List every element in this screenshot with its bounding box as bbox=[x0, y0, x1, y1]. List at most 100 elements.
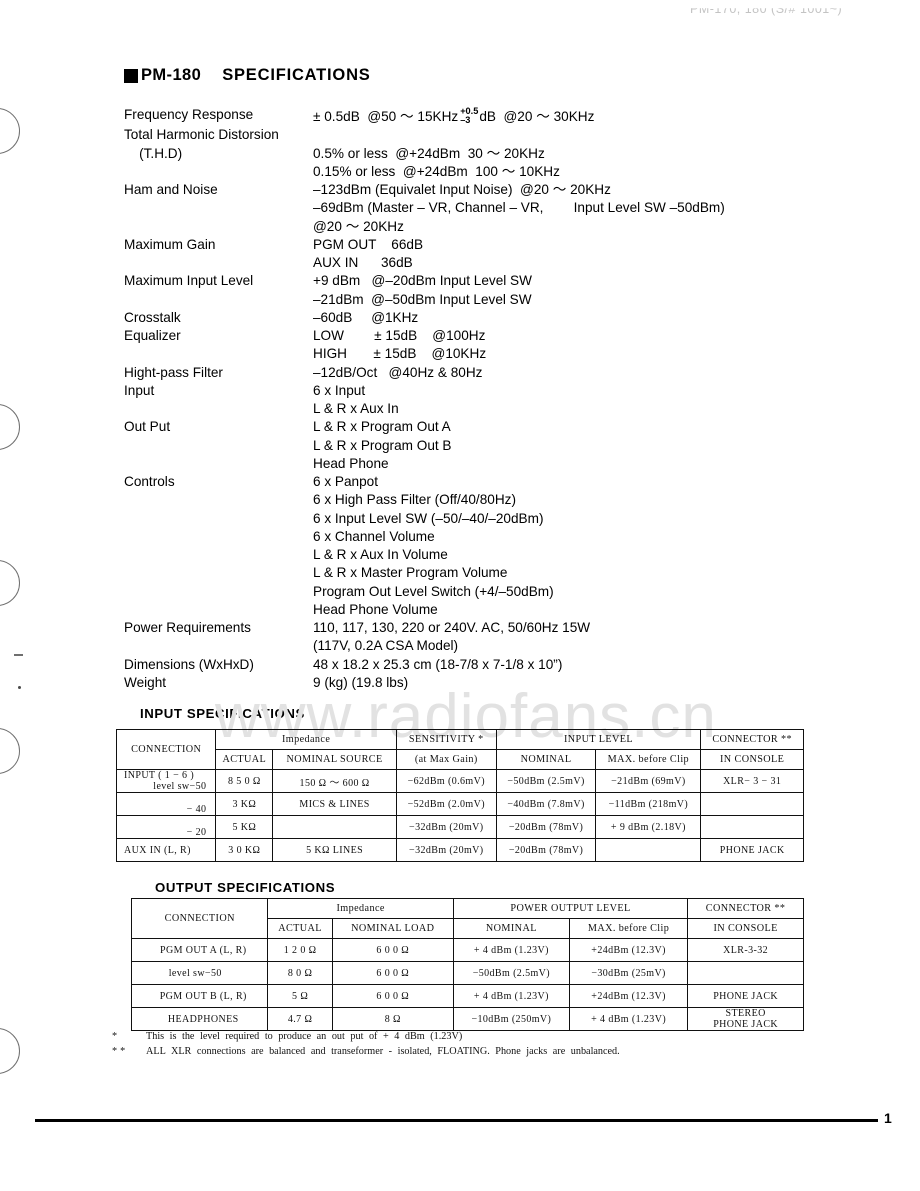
scan-header: PM-170, 180 (S/# 1001~) bbox=[690, 2, 843, 16]
output-table-caption: OUTPUT SPECIFICATIONS bbox=[155, 880, 336, 895]
header-power-output-level: POWER OUTPUT LEVEL bbox=[452, 898, 689, 919]
tolerance-lower: –3 bbox=[460, 115, 471, 125]
cell-sensitivity: −32dBm (20mV) bbox=[395, 815, 497, 839]
connection-primary: AUX IN (L, R) bbox=[124, 844, 191, 856]
cell-nominal-source: 150 Ω ～ 600 Ω bbox=[272, 769, 397, 793]
binder-arc bbox=[0, 728, 20, 774]
cell-nominal: −40dBm (7.8mV) bbox=[495, 792, 597, 816]
footnote-marker: ** bbox=[112, 1046, 129, 1057]
spec-label: Hight-pass Filter bbox=[124, 364, 223, 380]
spec-value-line: L & R x Aux In Volume bbox=[313, 547, 448, 562]
spec-value-line: –12dB/Oct @40Hz & 80Hz bbox=[313, 364, 483, 380]
cell-connection: − 40 bbox=[115, 792, 217, 816]
spec-value-line: L & R x Master Program Volume bbox=[313, 565, 508, 581]
spec-value-line: HIGH ± 15dB @10KHz bbox=[313, 346, 487, 362]
spec-values: –123dBm (Equivalet Input Noise) @20 ～ 20… bbox=[313, 181, 844, 236]
header-max-before-clip: MAX. before Clip bbox=[568, 918, 689, 939]
spec-value-line: 6 x Channel Volume bbox=[313, 528, 435, 544]
spec-values: L & R x Program Out A L & R x Program Out… bbox=[313, 418, 844, 473]
footnote-row: ** ALL XLR connections are balanced and t… bbox=[112, 1046, 620, 1057]
cell-nominal-source: MICS & LINES bbox=[272, 792, 397, 816]
spec-label: Weight bbox=[124, 674, 167, 690]
table-row: AUX IN (L, R) 3 0 KΩ 5 KΩ LINES −32dBm (20m… bbox=[115, 838, 804, 862]
cell-sensitivity: −32dBm (20mV) bbox=[395, 838, 497, 862]
table-header-row: CONNECTION Impedance POWER OUTPUT LEVEL CON… bbox=[130, 898, 804, 939]
spec-values: ± 0.5dB @50 ～ 15KHz +0.5 –3 dB @20 ～ 30KHz bbox=[313, 106, 844, 126]
cell-max-before-clip bbox=[595, 838, 702, 862]
output-specifications-table: CONNECTION Impedance POWER OUTPUT LEVEL CON… bbox=[130, 898, 804, 1031]
spec-row: Weight 9 (kg) (19.8 lbs) bbox=[124, 674, 844, 692]
header-impedance: Impedance bbox=[215, 729, 397, 750]
spec-value-line: 9 (kg) (19.8 lbs) bbox=[313, 674, 409, 690]
header-nominal-load: NOMINAL LOAD bbox=[331, 918, 454, 939]
cell-nominal: −20dBm (78mV) bbox=[495, 838, 597, 862]
spec-row: Maximum Gain PGM OUT 66dB AUX IN 36dB bbox=[124, 236, 844, 273]
spec-label: Dimensions (WxHxD) bbox=[124, 656, 254, 672]
spec-value-line: 6 x Input bbox=[313, 382, 366, 398]
cell-connection: PGM OUT A (L, R) bbox=[130, 938, 269, 962]
spec-row: Maximum Input Level +9 dBm @–20dBm Input … bbox=[124, 272, 844, 309]
connection-secondary: − 40 bbox=[186, 804, 207, 815]
spec-label: Out Put bbox=[124, 419, 171, 435]
cell-actual: 1 2 0 Ω bbox=[267, 938, 333, 962]
footnote-text: ALL XLR connections are balanced and tra… bbox=[146, 1046, 620, 1057]
spec-value-line: LOW ± 15dB @100Hz bbox=[313, 328, 486, 343]
spec-row: Frequency Response ± 0.5dB @50 ～ 15KHz +0.… bbox=[124, 106, 844, 126]
spec-row: Power Requirements 110, 117, 130, 220 or … bbox=[124, 619, 844, 656]
spec-value-line: 6 x Panpot bbox=[313, 474, 378, 489]
spec-value-line: –60dB @1KHz bbox=[313, 309, 419, 325]
cell-connection: − 20 bbox=[115, 815, 217, 839]
cell-connector: XLR− 3 − 31 bbox=[700, 769, 804, 793]
spec-value-line: (117V, 0.2A CSA Model) bbox=[313, 638, 459, 654]
table-row: PGM OUT A (L, R) 1 2 0 Ω6 0 0 Ω + 4 dBm (1… bbox=[130, 938, 804, 962]
spec-values: 0.5% or less @+24dBm 30 ～ 20KHz 0.15% or … bbox=[313, 126, 844, 181]
cell-actual: 5 KΩ bbox=[215, 815, 274, 839]
table-row: PGM OUT B (L, R) 5 Ω6 0 0 Ω + 4 dBm (1.23V… bbox=[130, 984, 804, 1008]
footnote-row: * This is the level required to produce a… bbox=[112, 1031, 620, 1042]
cell-actual: 8 0 Ω bbox=[267, 961, 333, 985]
spec-label: Power Requirements bbox=[124, 620, 251, 635]
cell-actual: 3 KΩ bbox=[215, 792, 274, 816]
spec-row: Total Harmonic Distorsion (T.H.D) 0.5% o… bbox=[124, 126, 844, 181]
spec-row: Crosstalk –60dB @1KHz bbox=[124, 309, 844, 327]
cell-max-before-clip: + 4 dBm (1.23V) bbox=[568, 1007, 689, 1031]
spec-value-line: 110, 117, 130, 220 or 240V. AC, 50/60Hz … bbox=[313, 620, 591, 635]
spec-values: +9 dBm @–20dBm Input Level SW –21dBm @–50… bbox=[313, 272, 844, 309]
cell-sensitivity: −62dBm (0.6mV) bbox=[395, 769, 497, 793]
header-connector-sub: IN CONSOLE bbox=[700, 749, 804, 770]
spec-value-line: 0.15% or less @+24dBm 100 ～ 10KHz bbox=[313, 163, 560, 179]
margin-dot bbox=[18, 686, 21, 689]
binder-arc bbox=[0, 1028, 20, 1074]
spec-value-line: 48 x 18.2 x 25.3 cm (18-7/8 x 7-1/8 x 10… bbox=[313, 656, 563, 672]
spec-values: 6 x Panpot 6 x High Pass Filter (Off/40/8… bbox=[313, 473, 844, 619]
cell-max-before-clip: +24dBm (12.3V) bbox=[568, 938, 689, 962]
cell-actual: 8 5 0 Ω bbox=[215, 769, 274, 793]
page-title: PM-180 SPECIFICATIONS bbox=[124, 66, 371, 85]
table-row: level sw−50 8 0 Ω6 0 0 Ω −50dBm (2.5mV) −30… bbox=[130, 961, 804, 985]
input-specifications-table: CONNECTION Impedance SENSITIVITY * INPUT LE… bbox=[115, 729, 804, 862]
spec-label: Frequency Response bbox=[124, 107, 254, 122]
cell-nominal: −50dBm (2.5mV) bbox=[495, 769, 597, 793]
cell-nominal-source: 5 KΩ LINES bbox=[272, 838, 397, 862]
binder-arc bbox=[0, 404, 20, 450]
connection-primary: INPUT ( 1 − 6 ) bbox=[124, 770, 195, 781]
cell-nominal: + 4 dBm (1.23V) bbox=[452, 984, 570, 1008]
spec-values: –60dB @1KHz bbox=[313, 309, 844, 327]
cell-actual: 4.7 Ω bbox=[267, 1007, 333, 1031]
cell-max-before-clip: −21dBm (69mV) bbox=[595, 769, 702, 793]
spec-label: Crosstalk bbox=[124, 309, 181, 325]
cell-connection: HEADPHONES bbox=[130, 1007, 269, 1031]
header-max-before-clip: MAX. before Clip bbox=[595, 749, 702, 770]
cell-nominal-load: 6 0 0 Ω bbox=[331, 984, 454, 1008]
table-row: − 40 3 KΩ MICS & LINES −52dBm (2.0mV) −40dBm… bbox=[115, 792, 804, 816]
spec-value-line: Program Out Level Switch (+4/–50dBm) bbox=[313, 583, 554, 599]
footer-rule bbox=[35, 1119, 878, 1122]
spec-values: LOW ± 15dB @100Hz HIGH ± 15dB @10KHz bbox=[313, 327, 844, 364]
header-connector: CONNECTOR ** bbox=[687, 898, 804, 919]
header-connector: CONNECTOR ** bbox=[700, 729, 804, 750]
margin-tick bbox=[14, 654, 23, 656]
header-connection: CONNECTION bbox=[130, 898, 269, 939]
spec-label: Ham and Noise bbox=[124, 182, 218, 197]
spec-value-line: L & R x Program Out A bbox=[313, 419, 451, 435]
table-header-row: CONNECTION Impedance SENSITIVITY * INPUT LE… bbox=[115, 729, 804, 770]
